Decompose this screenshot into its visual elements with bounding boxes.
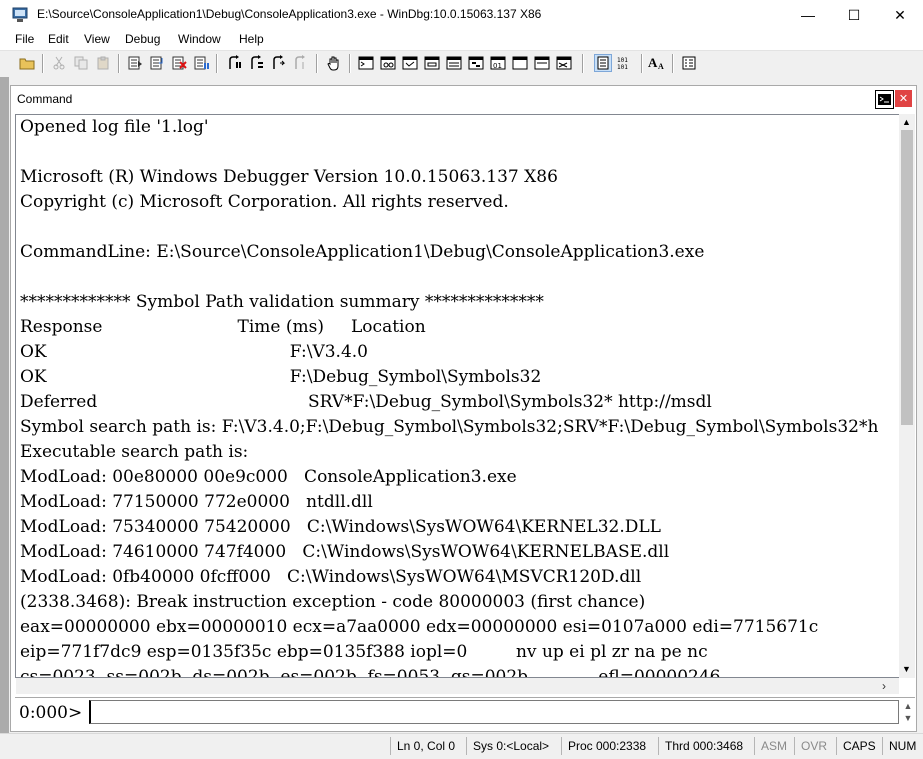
menu-edit[interactable]: Edit xyxy=(48,32,69,46)
scratch-pad-icon[interactable] xyxy=(511,54,529,72)
windbg-app-icon xyxy=(12,7,28,23)
run-to-cursor-icon[interactable] xyxy=(292,54,310,72)
options-icon[interactable] xyxy=(680,54,698,72)
status-asm: ASM xyxy=(754,737,794,755)
output-line: eip=771f7dc9 esp=0135f35c ebp=0135f388 i… xyxy=(20,642,708,662)
background-window-edge xyxy=(0,77,9,733)
close-pane-icon[interactable]: ✕ xyxy=(895,90,912,107)
output-line: ModLoad: 0fb40000 0fcff000 C:\Windows\Sy… xyxy=(20,567,642,587)
go-icon[interactable] xyxy=(126,54,144,72)
output-line: ModLoad: 74610000 747f4000 C:\Windows\Sy… xyxy=(20,542,670,562)
menu-bar: File Edit View Debug Window Help xyxy=(0,30,923,50)
output-line: (2338.3468): Break instruction exception… xyxy=(20,592,646,612)
restart-icon[interactable] xyxy=(148,54,166,72)
copy-icon[interactable] xyxy=(72,54,90,72)
step-over-icon[interactable] xyxy=(248,54,266,72)
output-line: ModLoad: 77150000 772e0000 ntdll.dll xyxy=(20,492,373,512)
call-stack-icon[interactable] xyxy=(467,54,485,72)
status-thread: Thrd 000:3468 xyxy=(658,737,754,755)
debugger-prompt: 0:000> xyxy=(19,703,83,723)
output-line: CommandLine: E:\Source\ConsoleApplicatio… xyxy=(20,242,705,262)
scroll-down-icon[interactable]: ▼ xyxy=(902,664,911,674)
output-line: ModLoad: 75340000 75420000 C:\Windows\Sy… xyxy=(20,517,661,537)
processes-threads-icon[interactable] xyxy=(533,54,551,72)
status-system: Sys 0:<Local> xyxy=(466,737,561,755)
source-mode-icon[interactable] xyxy=(594,54,612,72)
break-icon[interactable] xyxy=(192,54,210,72)
window-title: E:\Source\ConsoleApplication1\Debug\Cons… xyxy=(37,7,542,21)
font-icon-label: A xyxy=(648,55,658,70)
status-bar: Ln 0, Col 0 Sys 0:<Local> Proc 000:2338 … xyxy=(0,733,923,759)
input-spin-icon[interactable]: ▲ ▼ xyxy=(901,700,915,726)
toolbar: 01 101 101 AA xyxy=(0,50,923,78)
svg-text:101: 101 xyxy=(617,64,628,70)
registers-icon[interactable] xyxy=(423,54,441,72)
status-ovr: OVR xyxy=(794,737,836,755)
close-button[interactable]: ✕ xyxy=(877,0,923,30)
menu-view[interactable]: View xyxy=(84,32,110,46)
font-icon[interactable]: AA xyxy=(648,54,666,72)
output-line: Opened log file '1.log' xyxy=(20,117,209,137)
dock-icon[interactable] xyxy=(875,90,894,109)
vertical-scroll-thumb[interactable] xyxy=(901,130,913,425)
output-line: Executable search path is: xyxy=(20,442,249,462)
command-input[interactable] xyxy=(89,700,899,724)
step-out-icon[interactable] xyxy=(270,54,288,72)
output-line: cs=0023 ss=002b ds=002b es=002b fs=0053 … xyxy=(20,667,721,678)
output-line: ************* Symbol Path validation sum… xyxy=(20,292,544,312)
status-caps: CAPS xyxy=(836,737,882,755)
output-line: ModLoad: 00e80000 00e9c000 ConsoleApplic… xyxy=(20,467,517,487)
step-into-icon[interactable] xyxy=(226,54,244,72)
status-process: Proc 000:2338 xyxy=(561,737,658,755)
memory-icon[interactable] xyxy=(445,54,463,72)
hand-icon[interactable] xyxy=(325,54,343,72)
output-line: Response Time (ms) Location xyxy=(20,317,426,337)
watch-icon[interactable] xyxy=(379,54,397,72)
command-window: Command ✕ Opened log file '1.log' Micros… xyxy=(10,85,917,732)
output-window-icon[interactable] xyxy=(555,54,573,72)
output-line: OK F:\V3.4.0 xyxy=(20,342,368,362)
vertical-scrollbar[interactable]: ▲ ▼ xyxy=(899,114,915,678)
minimize-button[interactable]: — xyxy=(785,0,831,30)
output-line: Symbol search path is: F:\V3.4.0;F:\Debu… xyxy=(20,417,879,437)
output-line: Microsoft (R) Windows Debugger Version 1… xyxy=(20,167,558,187)
output-line: Deferred SRV*F:\Debug_Symbol\Symbols32* … xyxy=(20,392,712,412)
command-input-row: 0:000> ▲ ▼ xyxy=(15,697,915,728)
paste-icon[interactable] xyxy=(94,54,112,72)
disassembly-icon[interactable]: 01 xyxy=(489,54,507,72)
open-icon[interactable] xyxy=(18,54,36,72)
title-bar: E:\Source\ConsoleApplication1\Debug\Cons… xyxy=(0,0,923,30)
menu-debug[interactable]: Debug xyxy=(125,32,160,46)
output-line: Copyright (c) Microsoft Corporation. All… xyxy=(20,192,509,212)
menu-window[interactable]: Window xyxy=(178,32,221,46)
hex-mode-icon[interactable]: 101 101 xyxy=(617,54,635,72)
command-window-title: Command xyxy=(17,92,73,106)
menu-help[interactable]: Help xyxy=(239,32,264,46)
scroll-up-icon[interactable]: ▲ xyxy=(902,117,911,127)
status-position: Ln 0, Col 0 xyxy=(390,737,466,755)
output-line: eax=00000000 ebx=00000010 ecx=a7aa0000 e… xyxy=(20,617,819,637)
locals-icon[interactable] xyxy=(401,54,419,72)
command-output[interactable]: Opened log file '1.log' Microsoft (R) Wi… xyxy=(15,114,900,678)
stop-debugging-icon[interactable] xyxy=(170,54,188,72)
maximize-button[interactable]: ☐ xyxy=(831,0,877,30)
svg-text:A: A xyxy=(658,62,664,71)
output-line: OK F:\Debug_Symbol\Symbols32 xyxy=(20,367,542,387)
command-window-caption: Command ✕ xyxy=(11,86,916,112)
status-num: NUM xyxy=(882,737,923,755)
svg-text:101: 101 xyxy=(617,57,628,64)
horizontal-scrollbar[interactable]: › xyxy=(16,678,899,694)
scroll-right-icon[interactable]: › xyxy=(882,679,886,693)
menu-file[interactable]: File xyxy=(15,32,34,46)
cut-icon[interactable] xyxy=(50,54,68,72)
svg-text:01: 01 xyxy=(493,62,502,70)
command-window-icon[interactable] xyxy=(357,54,375,72)
